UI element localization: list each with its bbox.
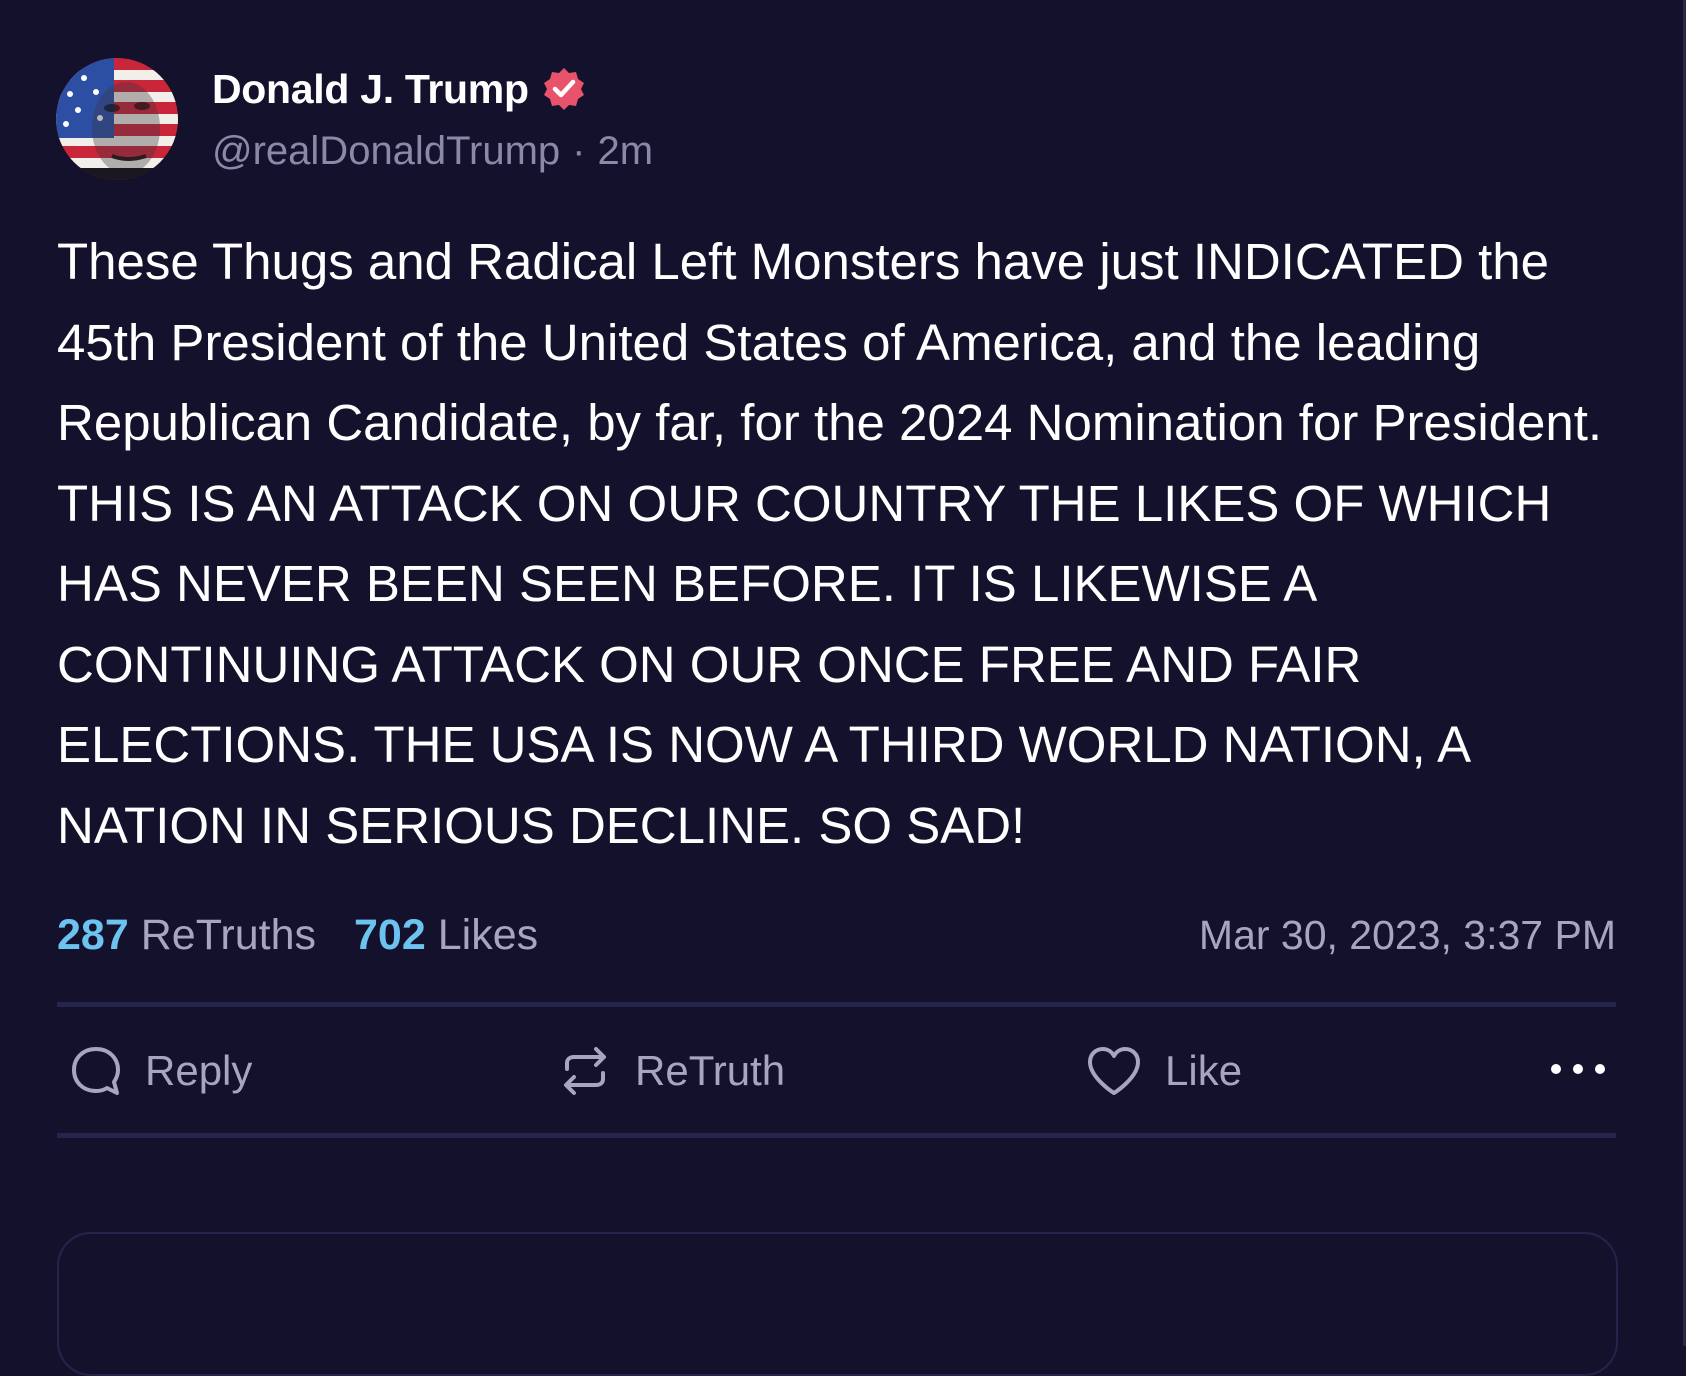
divider-top xyxy=(57,1002,1616,1007)
retruth-button[interactable]: ReTruth xyxy=(557,1035,785,1107)
retruth-label: ReTruth xyxy=(635,1047,786,1094)
reply-bubble-icon xyxy=(69,1044,123,1098)
reply-composer-card[interactable] xyxy=(57,1232,1618,1376)
post-time-ago: 2m xyxy=(597,128,654,173)
post-actions: Reply ReTruth Like xyxy=(57,1035,1616,1107)
author-info: Donald J. Trump @realDonaldTrump · 2m xyxy=(212,62,653,178)
reply-label: Reply xyxy=(145,1047,253,1094)
retruth-arrows-icon xyxy=(557,1043,613,1099)
more-options-button[interactable] xyxy=(1548,1035,1608,1107)
post-stats: 287 ReTruths 702 Likes Mar 30, 2023, 3:3… xyxy=(57,905,1616,965)
verified-badge-icon xyxy=(541,66,587,112)
retruths-count: 287 xyxy=(57,910,129,959)
heart-icon xyxy=(1085,1044,1143,1098)
reply-button[interactable]: Reply xyxy=(69,1035,252,1107)
likes-label: Likes xyxy=(437,910,539,959)
retruths-label: ReTruths xyxy=(140,910,316,959)
avatar[interactable] xyxy=(56,58,178,180)
likes-stat[interactable]: 702 Likes xyxy=(354,911,538,960)
meta-separator: · xyxy=(572,128,586,173)
more-dots-icon xyxy=(1548,1059,1608,1084)
avatar-image xyxy=(56,58,178,180)
post-header: Donald J. Trump @realDonaldTrump · 2m xyxy=(56,58,653,180)
like-button[interactable]: Like xyxy=(1085,1035,1242,1107)
likes-count: 702 xyxy=(353,910,426,959)
meta-row: @realDonaldTrump · 2m xyxy=(212,124,653,178)
retruths-stat[interactable]: 287 ReTruths xyxy=(57,911,316,960)
post-timestamp: Mar 30, 2023, 3:37 PM xyxy=(1198,911,1616,958)
author-handle[interactable]: @realDonaldTrump xyxy=(212,129,560,174)
author-display-name[interactable]: Donald J. Trump xyxy=(212,66,529,113)
post-body-text: These Thugs and Radical Left Monsters ha… xyxy=(57,233,1616,854)
name-row: Donald J. Trump xyxy=(212,62,653,116)
like-label: Like xyxy=(1165,1047,1243,1094)
divider-bottom xyxy=(57,1133,1616,1138)
